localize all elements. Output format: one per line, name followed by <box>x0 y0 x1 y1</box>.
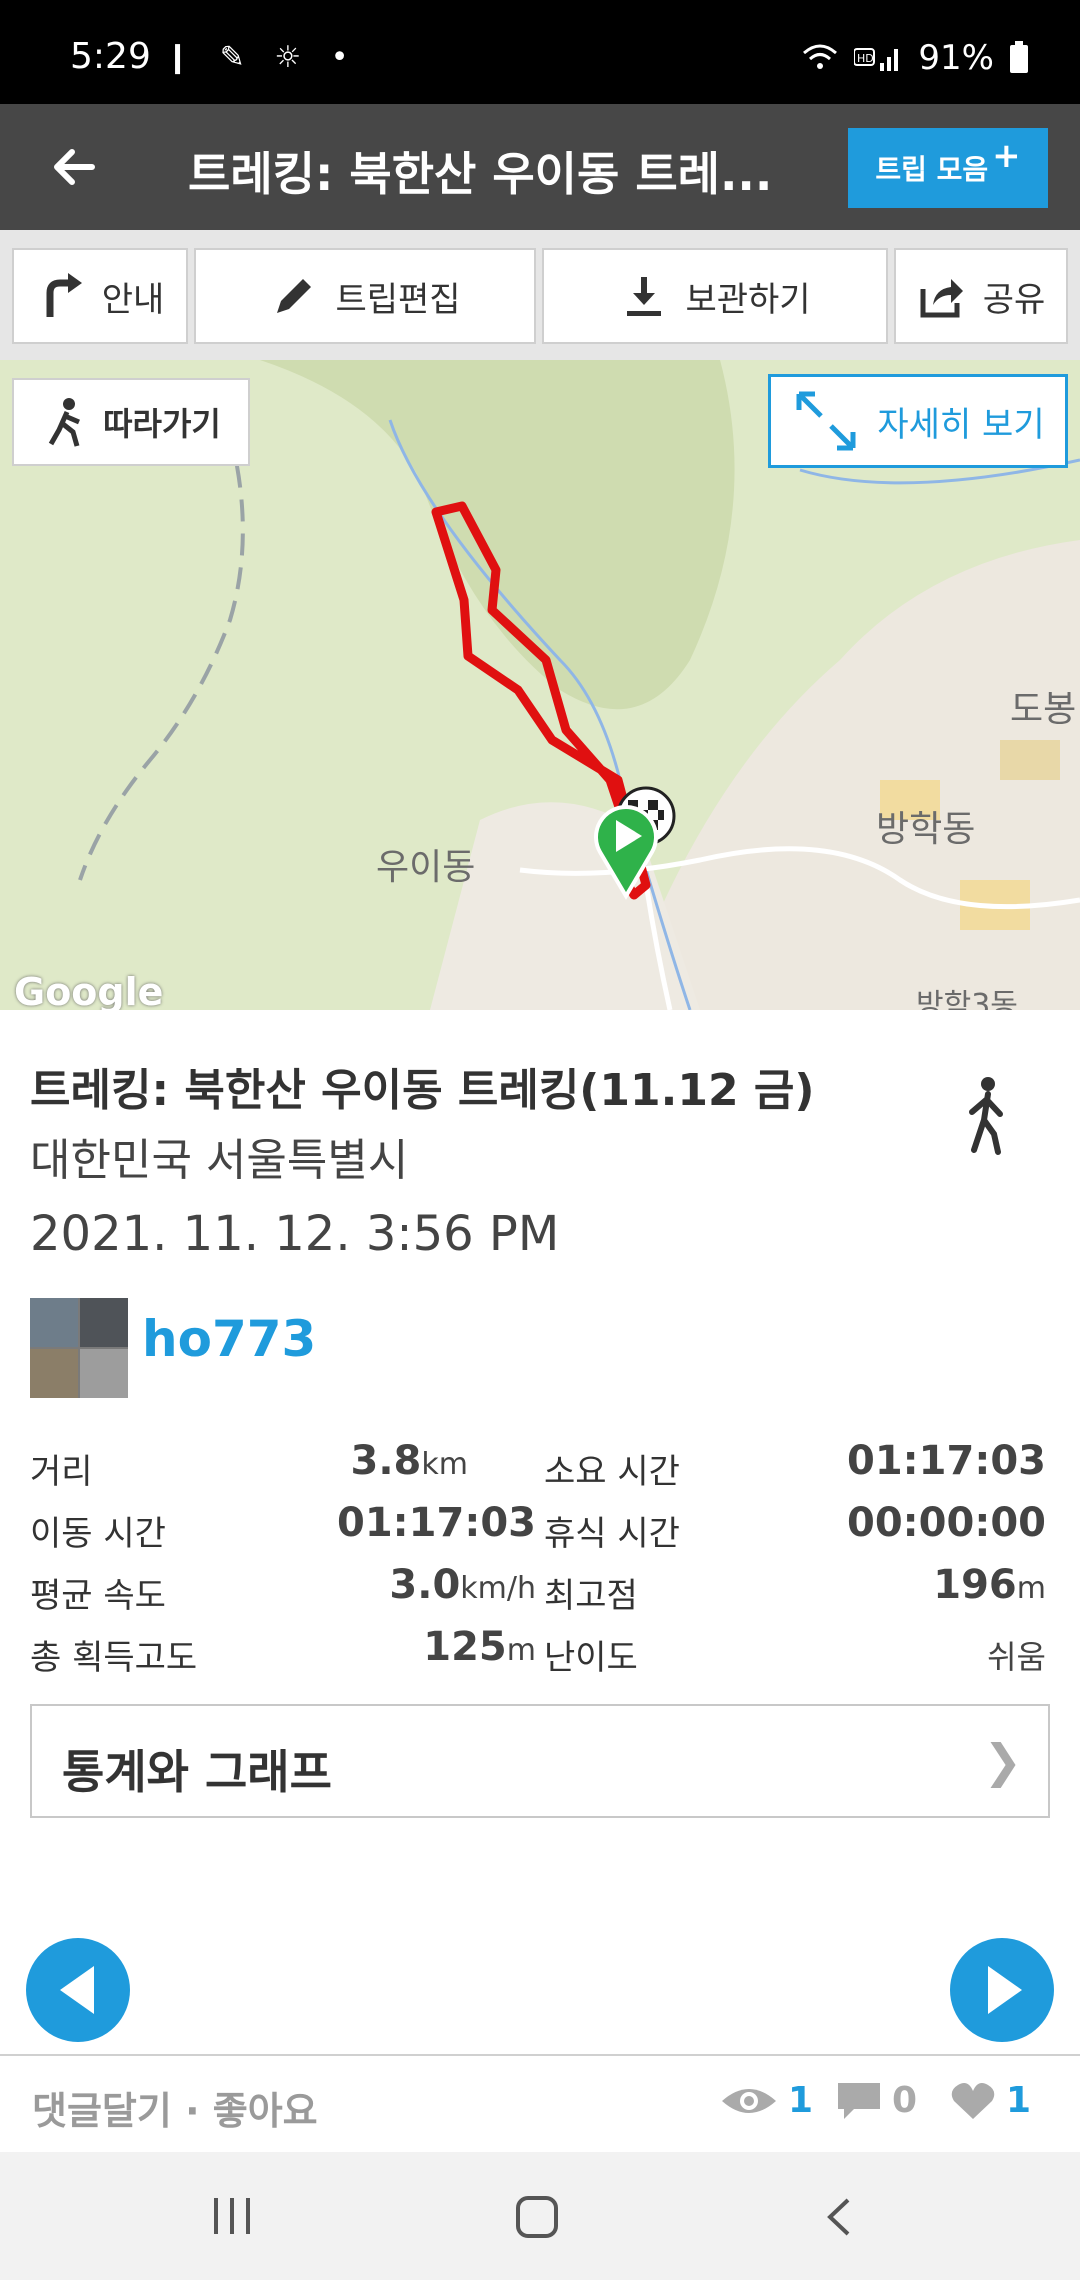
gain-label: 총 획득고도 <box>30 1638 198 1678</box>
map-label-uidong: 우이동 <box>376 847 476 888</box>
gain-value: 125m <box>423 1624 536 1670</box>
chevron-right-icon: ❯ <box>983 1734 1022 1788</box>
wifi-icon <box>803 44 838 69</box>
svg-text:HD: HD <box>857 52 874 65</box>
map-label-banghak: 방학동 <box>876 809 976 850</box>
status-time: 5:29 <box>70 36 151 77</box>
rest-value: 00:00:00 <box>847 1500 1046 1546</box>
elapsed-label: 소요 시간 <box>544 1452 680 1492</box>
plus-icon: + <box>992 136 1021 176</box>
back-arrow-icon <box>54 149 95 185</box>
recent-apps-icon[interactable] <box>210 2196 256 2236</box>
comment-like-link[interactable]: 댓글달기 · 좋아요 <box>32 2080 318 2135</box>
trip-title: 트레킹: 북한산 우이동 트레킹(11.12 금) <box>30 1065 815 1116</box>
moving-value: 01:17:03 <box>337 1500 536 1546</box>
max-alt-number: 196 <box>933 1562 1017 1608</box>
share-label: 공유 <box>982 279 1046 320</box>
avg-speed-value: 3.0km/h <box>389 1562 536 1608</box>
guide-label: 안내 <box>101 279 165 320</box>
avg-speed-number: 3.0 <box>389 1562 461 1608</box>
stats-graph-label: 통계와 그래프 <box>62 1745 332 1799</box>
avatar[interactable] <box>30 1298 128 1398</box>
distance-label: 거리 <box>30 1452 93 1492</box>
status-right: HD 91% <box>800 38 1030 78</box>
elapsed-value: 01:17:03 <box>847 1438 1046 1484</box>
max-alt-unit: m <box>1016 1571 1046 1606</box>
follow-label: 따라가기 <box>103 405 221 443</box>
battery-percent: 91% <box>918 38 994 78</box>
distance-unit: km <box>421 1447 468 1482</box>
difficulty-label: 난이도 <box>544 1638 638 1678</box>
gain-unit: m <box>506 1633 536 1668</box>
map-label-dobong: 도봉 <box>1010 689 1077 730</box>
save-button[interactable]: 보관하기 <box>542 248 888 344</box>
previous-trip-button[interactable] <box>26 1938 130 2042</box>
difficulty-value: 쉬움 <box>987 1638 1046 1676</box>
action-toolbar: 안내 트립편집 보관하기 공유 <box>0 230 1080 360</box>
comment-bar: 댓글달기 · 좋아요 1 0 1 <box>0 2054 1080 2152</box>
notification-icons: ❙ ✎ ☼ • <box>165 40 359 75</box>
page-title: 트레킹: 북한산 우이동 트레... <box>188 147 773 201</box>
pencil-icon <box>277 279 312 313</box>
download-icon <box>627 277 662 316</box>
walking-icon <box>969 1077 1003 1155</box>
trip-datetime: 2021. 11. 12. 3:56 PM <box>30 1206 560 1262</box>
play-right-icon <box>988 1966 1022 2014</box>
back-button[interactable] <box>40 132 110 202</box>
share-button[interactable]: 공유 <box>894 248 1068 344</box>
view-detail-label: 자세히 보기 <box>877 404 1045 445</box>
guide-button[interactable]: 안내 <box>12 248 188 344</box>
view-detail-button[interactable]: 자세히 보기 <box>768 374 1068 468</box>
views-counter: 1 <box>720 2080 813 2121</box>
signal-icon: HD <box>854 48 899 71</box>
username-link[interactable]: ho773 <box>142 1310 316 1368</box>
comments-count: 0 <box>892 2080 918 2121</box>
trip-location: 대한민국 서울특별시 <box>30 1135 409 1186</box>
moving-label: 이동 시간 <box>30 1514 166 1554</box>
heart-icon <box>951 2082 995 2119</box>
save-label: 보관하기 <box>685 279 811 320</box>
max-alt-value: 196m <box>933 1562 1046 1608</box>
status-bar: 5:29 ❙ ✎ ☼ • HD 91% <box>0 0 1080 104</box>
trip-collection-label: 트립 모음 <box>875 153 989 186</box>
avg-speed-unit: km/h <box>460 1571 536 1606</box>
map-label-banghak3: 방학3동 <box>916 988 1018 1010</box>
google-logo: Google <box>14 970 164 1010</box>
hiker-icon <box>48 398 81 447</box>
comment-icon <box>838 2082 880 2119</box>
max-alt-label: 최고점 <box>544 1576 638 1616</box>
start-marker-icon <box>594 805 658 900</box>
next-trip-button[interactable] <box>950 1938 1054 2042</box>
share-icon <box>920 279 963 318</box>
route-map[interactable]: 따라가기 자세히 보기 우이동 방학동 도봉 방학3동 Google <box>0 360 1080 1010</box>
turn-right-icon <box>46 273 82 317</box>
home-icon[interactable] <box>514 2194 560 2240</box>
distance-number: 3.8 <box>350 1438 422 1484</box>
battery-icon <box>1010 41 1028 73</box>
app-bar: 트레킹: 북한산 우이동 트레... 트립 모음 + <box>0 104 1080 230</box>
follow-button[interactable]: 따라가기 <box>12 378 250 466</box>
likes-counter[interactable]: 1 <box>950 2080 1031 2121</box>
distance-value: 3.8km <box>351 1438 468 1484</box>
rest-label: 휴식 시간 <box>544 1514 680 1554</box>
edit-trip-label: 트립편집 <box>335 279 461 320</box>
edit-trip-button[interactable]: 트립편집 <box>194 248 536 344</box>
system-navigation-bar <box>0 2152 1080 2280</box>
expand-icon <box>796 391 856 451</box>
system-back-icon[interactable] <box>822 2196 856 2238</box>
stats-graph-button[interactable]: 통계와 그래프 ❯ <box>30 1704 1050 1818</box>
gain-number: 125 <box>423 1624 507 1670</box>
likes-count: 1 <box>1006 2080 1032 2121</box>
eye-icon <box>722 2088 776 2113</box>
views-count: 1 <box>788 2080 814 2121</box>
comments-counter[interactable]: 0 <box>836 2080 917 2121</box>
avg-speed-label: 평균 속도 <box>30 1576 166 1616</box>
play-left-icon <box>60 1966 94 2014</box>
trip-collection-button[interactable]: 트립 모음 + <box>848 128 1048 208</box>
